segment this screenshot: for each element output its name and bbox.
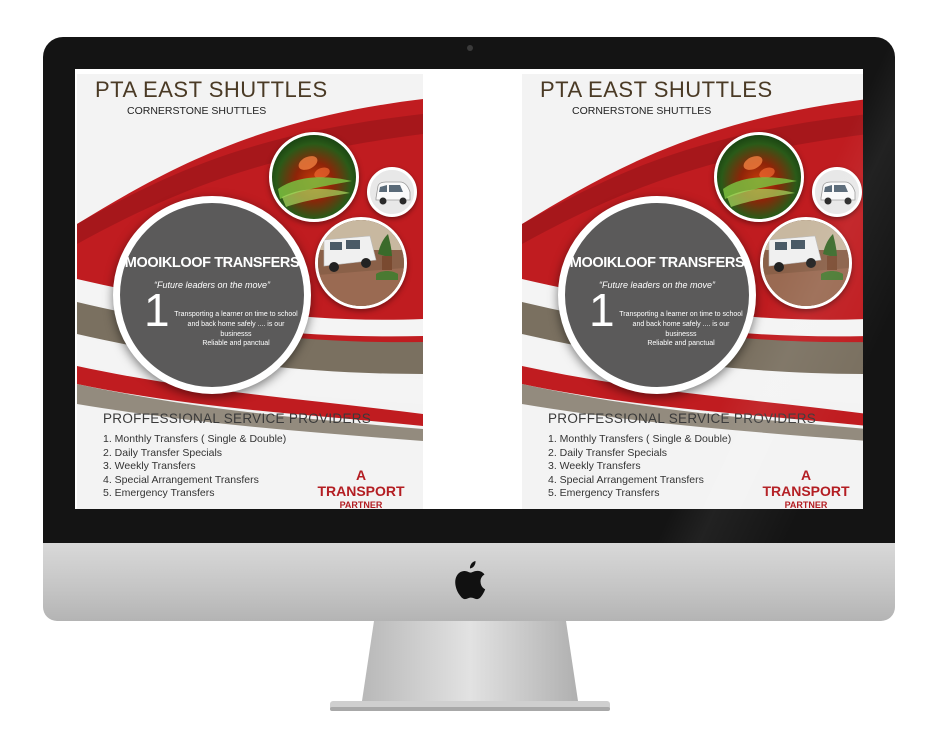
list-item: 2. Daily Transfer Specials bbox=[103, 446, 223, 459]
vehicle-photo bbox=[315, 217, 407, 309]
list-item: 2. Daily Transfer Specials bbox=[548, 446, 668, 459]
circle-number: 1 bbox=[589, 284, 615, 336]
van-icon bbox=[815, 170, 859, 214]
partner-line-3: PARTNER bbox=[339, 500, 383, 509]
list-item: 4. Special Arrangement Transfers bbox=[103, 473, 259, 486]
list-item: 3. Weekly Transfers bbox=[103, 460, 196, 473]
poster-subtitle: CORNERSTONE SHUTTLES bbox=[127, 105, 267, 117]
partner-line-1: A bbox=[800, 467, 812, 483]
camera-icon bbox=[467, 45, 473, 51]
list-item: 5. Emergency Transfers bbox=[548, 487, 660, 500]
globe-orb-image bbox=[269, 132, 359, 222]
monitor-screen: PTA EAST SHUTTLES CORNERSTONE SHUTTLES M… bbox=[75, 69, 863, 509]
partner-line-2: TRANSPORT bbox=[762, 483, 850, 499]
circle-reliable-text: Reliable and panctual bbox=[202, 340, 270, 347]
van-photo bbox=[367, 167, 417, 217]
services-list: 1. Monthly Transfers ( Single & Double) … bbox=[548, 433, 731, 501]
poster-subtitle: CORNERSTONE SHUTTLES bbox=[572, 105, 712, 117]
circle-number: 1 bbox=[144, 284, 170, 336]
list-item: 5. Emergency Transfers bbox=[103, 487, 215, 500]
poster-2: PTA EAST SHUTTLES CORNERSTONE SHUTTLES M… bbox=[522, 74, 863, 509]
circle-body-text: Transporting a learner on time to school… bbox=[619, 311, 743, 338]
poster-1: PTA EAST SHUTTLES CORNERSTONE SHUTTLES M… bbox=[77, 74, 423, 509]
partner-line-3: PARTNER bbox=[784, 500, 828, 509]
list-item: 1. Monthly Transfers ( Single & Double) bbox=[103, 433, 287, 445]
services-heading: PROFFESSIONAL SERVICE PROVIDERS bbox=[103, 411, 372, 426]
vehicle-scene-icon bbox=[763, 220, 849, 306]
mooikloof-circle: MOOIKLOOF TRANSFERS “Future leaders on t… bbox=[558, 196, 756, 394]
transport-partner-badge: A TRANSPORT PARTNER bbox=[757, 467, 855, 509]
vehicle-scene-icon bbox=[318, 220, 404, 306]
van-photo bbox=[812, 167, 862, 217]
poster-title: PTA EAST SHUTTLES bbox=[540, 77, 773, 102]
list-item: 3. Weekly Transfers bbox=[548, 460, 641, 473]
monitor-bezel: PTA EAST SHUTTLES CORNERSTONE SHUTTLES M… bbox=[43, 37, 895, 543]
partner-line-1: A bbox=[355, 467, 367, 483]
mooikloof-circle: MOOIKLOOF TRANSFERS “Future leaders on t… bbox=[113, 196, 311, 394]
monitor-stand bbox=[330, 621, 610, 711]
circle-title: MOOIKLOOF TRANSFERS bbox=[124, 255, 300, 271]
transport-partner-badge: A TRANSPORT PARTNER bbox=[312, 467, 410, 509]
circle-body-text: Transporting a learner on time to school… bbox=[174, 311, 298, 338]
partner-line-2: TRANSPORT bbox=[317, 483, 405, 499]
circle-reliable-text: Reliable and panctual bbox=[647, 340, 715, 347]
globe-orb-image bbox=[714, 132, 804, 222]
globe-swirl-icon bbox=[723, 156, 797, 207]
globe-swirl-icon bbox=[278, 156, 352, 207]
list-item: 1. Monthly Transfers ( Single & Double) bbox=[548, 433, 732, 445]
van-icon bbox=[370, 170, 414, 214]
apple-logo-icon bbox=[455, 561, 486, 600]
services-heading: PROFFESSIONAL SERVICE PROVIDERS bbox=[548, 411, 817, 426]
monitor-chin bbox=[43, 543, 895, 621]
vehicle-photo bbox=[760, 217, 852, 309]
circle-title: MOOIKLOOF TRANSFERS bbox=[569, 255, 745, 271]
services-list: 1. Monthly Transfers ( Single & Double) … bbox=[103, 433, 286, 501]
list-item: 4. Special Arrangement Transfers bbox=[548, 473, 704, 486]
poster-title: PTA EAST SHUTTLES bbox=[95, 77, 328, 102]
